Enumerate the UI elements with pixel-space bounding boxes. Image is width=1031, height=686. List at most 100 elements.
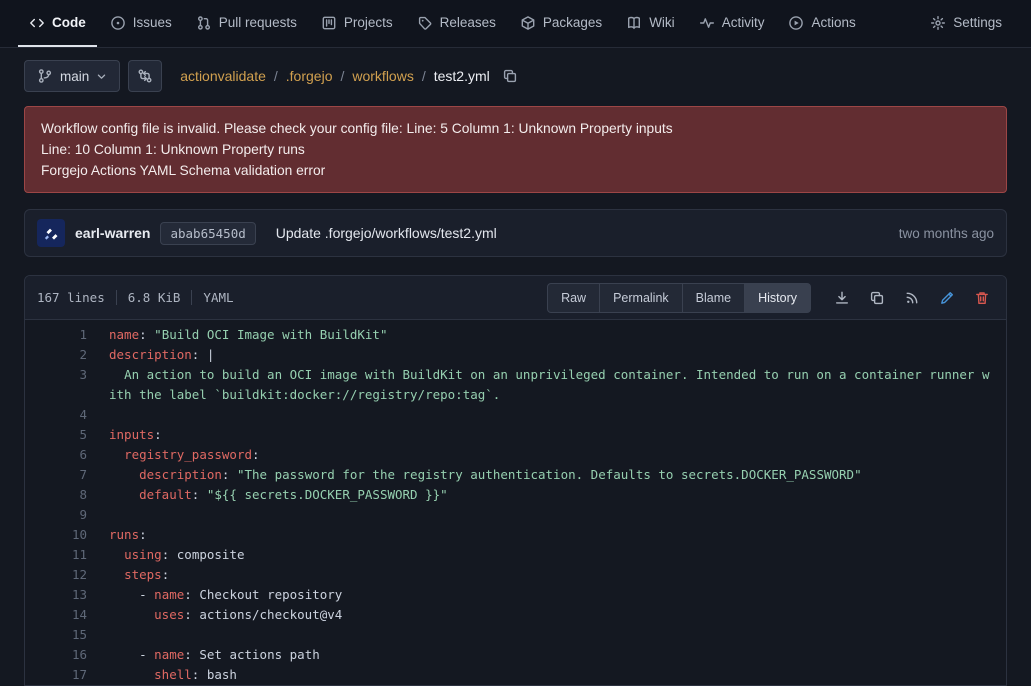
copy-icon bbox=[502, 68, 518, 84]
code-line: 14 uses: actions/checkout@v4 bbox=[25, 605, 1006, 625]
nav-tab-label: Wiki bbox=[649, 15, 675, 30]
nav-tab-wiki[interactable]: Wiki bbox=[615, 0, 686, 47]
line-number[interactable]: 6 bbox=[25, 445, 87, 465]
code-line: 5inputs: bbox=[25, 425, 1006, 445]
nav-tab-issues[interactable]: Issues bbox=[99, 0, 183, 47]
line-number[interactable]: 3 bbox=[25, 365, 87, 405]
code-line: 16 - name: Set actions path bbox=[25, 645, 1006, 665]
breadcrumb-current: test2.yml bbox=[434, 68, 490, 84]
rss-feed-button[interactable] bbox=[900, 286, 924, 310]
file-language: YAML bbox=[203, 290, 233, 305]
error-banner: Workflow config file is invalid. Please … bbox=[24, 106, 1007, 193]
nav-tab-label: Releases bbox=[440, 15, 496, 30]
code-line: 11 using: composite bbox=[25, 545, 1006, 565]
line-number[interactable]: 12 bbox=[25, 565, 87, 585]
compare-button[interactable] bbox=[128, 60, 162, 92]
permalink-button[interactable]: Permalink bbox=[599, 283, 683, 313]
nav-tab-label: Projects bbox=[344, 15, 393, 30]
line-content: uses: actions/checkout@v4 bbox=[87, 605, 1006, 625]
nav-tab-label: Issues bbox=[133, 15, 172, 30]
nav-tab-activity[interactable]: Activity bbox=[688, 0, 776, 47]
line-number[interactable]: 8 bbox=[25, 485, 87, 505]
issue-icon bbox=[110, 15, 126, 31]
code-line: 9 bbox=[25, 505, 1006, 525]
commit-message[interactable]: Update .forgejo/workflows/test2.yml bbox=[276, 225, 497, 241]
line-number[interactable]: 5 bbox=[25, 425, 87, 445]
commit-sha[interactable]: abab65450d bbox=[160, 222, 255, 245]
chevron-down-icon bbox=[96, 71, 107, 82]
file-meta: 167 lines 6.8 KiB YAML bbox=[37, 290, 234, 305]
nav-tab-label: Actions bbox=[811, 15, 855, 30]
line-number[interactable]: 11 bbox=[25, 545, 87, 565]
line-number[interactable]: 7 bbox=[25, 465, 87, 485]
code-line: 13 - name: Checkout repository bbox=[25, 585, 1006, 605]
nav-tab-packages[interactable]: Packages bbox=[509, 0, 613, 47]
edit-icon bbox=[939, 290, 955, 306]
line-content: - name: Set actions path bbox=[87, 645, 1006, 665]
commit-author[interactable]: earl-warren bbox=[75, 225, 150, 241]
latest-commit: earl-warren abab65450d Update .forgejo/w… bbox=[24, 209, 1007, 257]
avatar[interactable] bbox=[37, 219, 65, 247]
branch-name: main bbox=[60, 69, 89, 84]
line-number[interactable]: 15 bbox=[25, 625, 87, 645]
copy-icon bbox=[869, 290, 885, 306]
line-number[interactable]: 16 bbox=[25, 645, 87, 665]
breadcrumb-link[interactable]: .forgejo bbox=[286, 68, 333, 84]
blame-button[interactable]: Blame bbox=[682, 283, 745, 313]
file-view: 167 lines 6.8 KiB YAML RawPermalinkBlame… bbox=[24, 275, 1007, 686]
edit-file-button[interactable] bbox=[935, 286, 959, 310]
code-line: 2description: | bbox=[25, 345, 1006, 365]
breadcrumb-link[interactable]: workflows bbox=[352, 68, 413, 84]
branch-selector[interactable]: main bbox=[24, 60, 120, 92]
delete-file-button[interactable] bbox=[970, 286, 994, 310]
pull-request-icon bbox=[196, 15, 212, 31]
line-content: using: composite bbox=[87, 545, 1006, 565]
history-button[interactable]: History bbox=[744, 283, 811, 313]
file-line-count: 167 lines bbox=[37, 290, 105, 305]
file-header: 167 lines 6.8 KiB YAML RawPermalinkBlame… bbox=[25, 276, 1006, 320]
divider bbox=[191, 290, 192, 305]
breadcrumb-link[interactable]: actionvalidate bbox=[180, 68, 266, 84]
download-icon bbox=[834, 290, 850, 306]
code-line: 6 registry_password: bbox=[25, 445, 1006, 465]
nav-tab-label: Packages bbox=[543, 15, 602, 30]
line-number[interactable]: 13 bbox=[25, 585, 87, 605]
code-line: 4 bbox=[25, 405, 1006, 425]
code-line: 15 bbox=[25, 625, 1006, 645]
line-number[interactable]: 4 bbox=[25, 405, 87, 425]
line-content: inputs: bbox=[87, 425, 1006, 445]
nav-tab-projects[interactable]: Projects bbox=[310, 0, 404, 47]
nav-tab-settings[interactable]: Settings bbox=[919, 0, 1013, 47]
line-number[interactable]: 2 bbox=[25, 345, 87, 365]
code-icon bbox=[29, 15, 45, 31]
nav-tab-code[interactable]: Code bbox=[18, 0, 97, 47]
code-line: 3 An action to build an OCI image with B… bbox=[25, 365, 1006, 405]
download-button[interactable] bbox=[830, 286, 854, 310]
error-line: Forgejo Actions YAML Schema validation e… bbox=[41, 160, 990, 181]
line-content: shell: bash bbox=[87, 665, 1006, 685]
nav-tab-pull-requests[interactable]: Pull requests bbox=[185, 0, 308, 47]
line-content bbox=[87, 405, 1006, 425]
error-line: Line: 10 Column 1: Unknown Property runs bbox=[41, 139, 990, 160]
line-content: steps: bbox=[87, 565, 1006, 585]
file-size: 6.8 KiB bbox=[128, 290, 181, 305]
nav-tab-label: Settings bbox=[953, 15, 1002, 30]
line-number[interactable]: 17 bbox=[25, 665, 87, 685]
pulse-icon bbox=[699, 15, 715, 31]
line-number[interactable]: 14 bbox=[25, 605, 87, 625]
file-icon-actions bbox=[819, 286, 994, 310]
line-number[interactable]: 10 bbox=[25, 525, 87, 545]
raw-button[interactable]: Raw bbox=[547, 283, 600, 313]
line-number[interactable]: 9 bbox=[25, 505, 87, 525]
copy-path-button[interactable] bbox=[500, 66, 520, 86]
nav-tab-label: Code bbox=[52, 15, 86, 30]
line-number[interactable]: 1 bbox=[25, 325, 87, 345]
code-line: 1name: "Build OCI Image with BuildKit" bbox=[25, 325, 1006, 345]
package-icon bbox=[520, 15, 536, 31]
nav-tab-label: Activity bbox=[722, 15, 765, 30]
nav-tab-releases[interactable]: Releases bbox=[406, 0, 507, 47]
copy-content-button[interactable] bbox=[865, 286, 889, 310]
line-content bbox=[87, 625, 1006, 645]
nav-tab-actions[interactable]: Actions bbox=[777, 0, 866, 47]
line-content: description: | bbox=[87, 345, 1006, 365]
